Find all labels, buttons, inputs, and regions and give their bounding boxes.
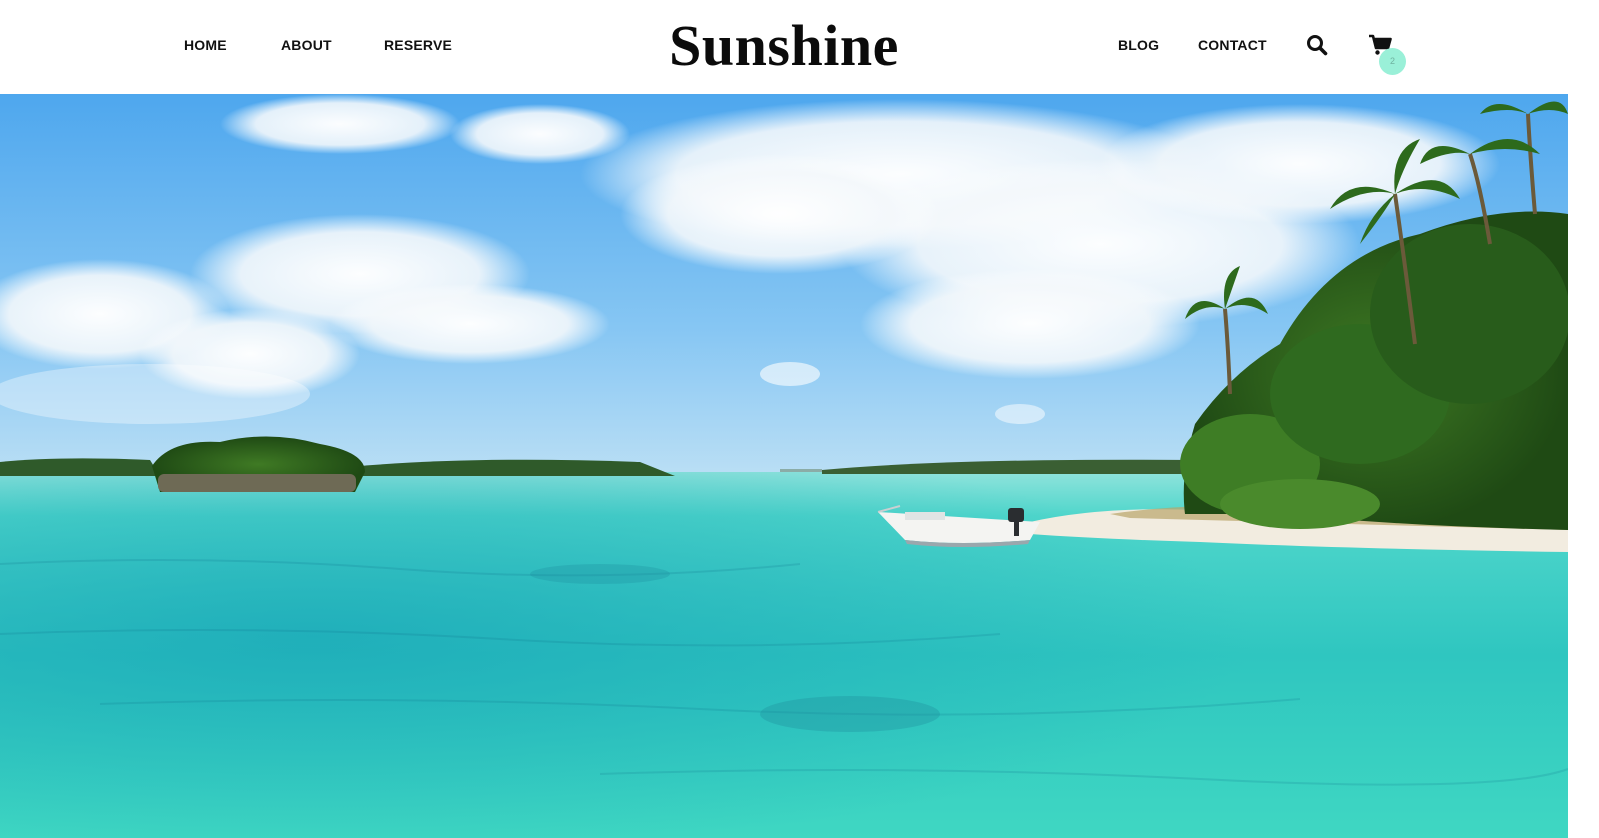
search-icon[interactable] bbox=[1306, 34, 1328, 56]
site-logo[interactable]: Sunshine bbox=[620, 14, 948, 78]
nav-contact-link[interactable]: CONTACT bbox=[1198, 37, 1267, 53]
nav-home-link[interactable]: HOME bbox=[184, 37, 227, 53]
scrollbar-track[interactable] bbox=[1568, 0, 1599, 838]
hero-image bbox=[0, 94, 1568, 838]
nav-about-link[interactable]: ABOUT bbox=[281, 37, 332, 53]
cart-count-badge: 2 bbox=[1379, 48, 1406, 75]
nav-reserve-link[interactable]: RESERVE bbox=[384, 37, 452, 53]
nav-blog-link[interactable]: BLOG bbox=[1118, 37, 1159, 53]
site-header: HOME ABOUT RESERVE Sunshine BLOG CONTACT… bbox=[0, 0, 1568, 94]
